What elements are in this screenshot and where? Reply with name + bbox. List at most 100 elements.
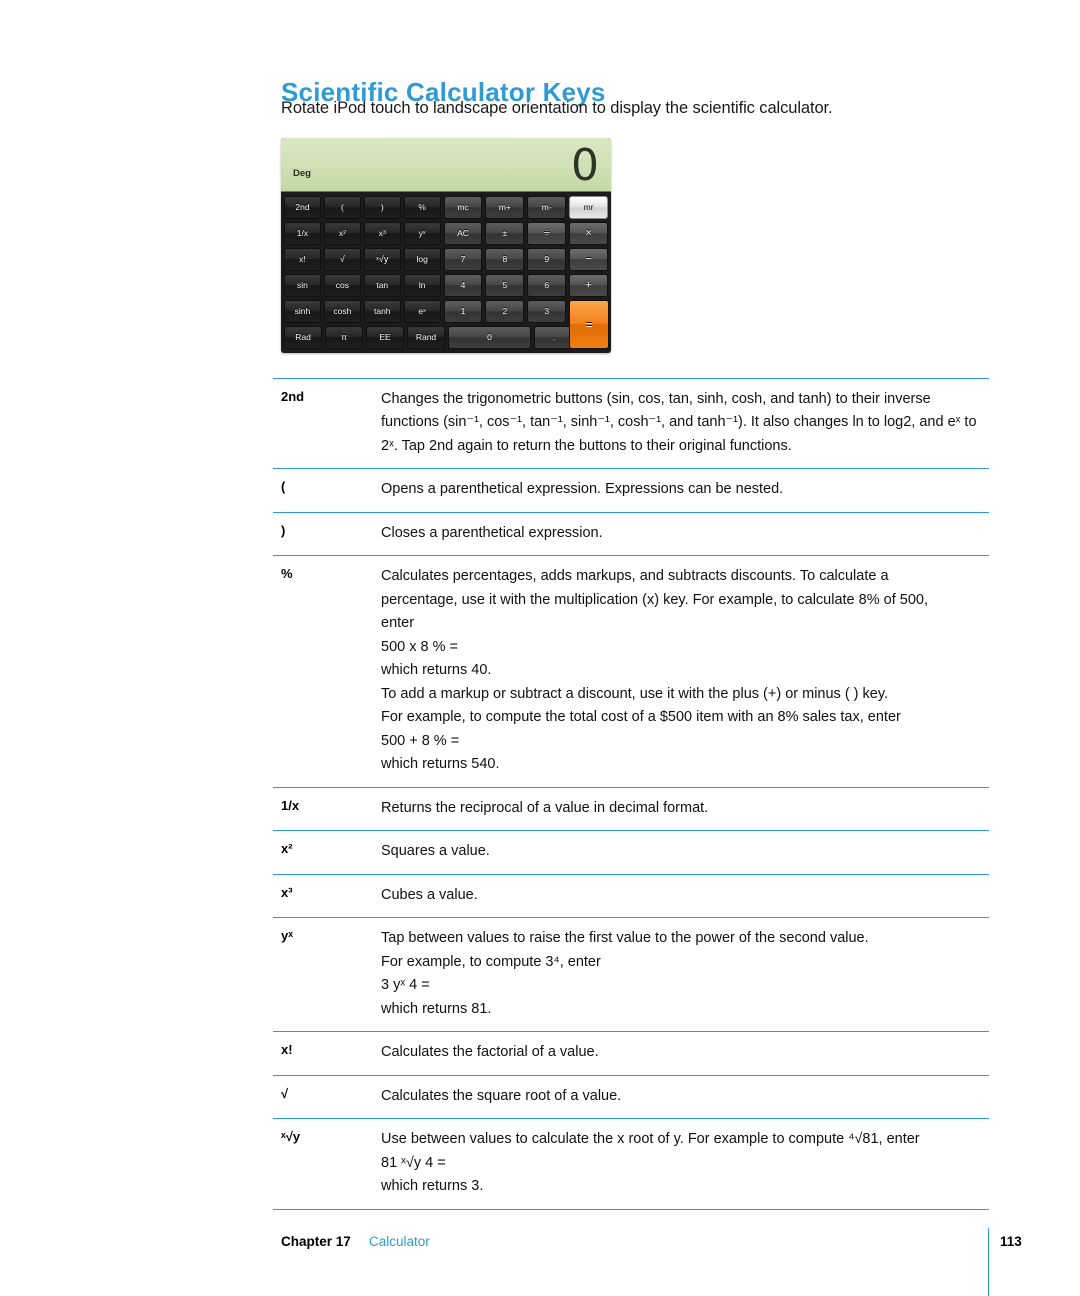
calc-key-5: 5: [485, 274, 525, 297]
calc-key-reciprocal: 1/x: [284, 222, 321, 245]
footer-chapter: Chapter 17: [281, 1234, 351, 1249]
calc-key-x-squared: x2: [323, 222, 361, 245]
desc-line: 3 yˣ 4 =: [381, 977, 430, 994]
calc-key-divide: ÷: [527, 222, 567, 245]
desc-line: Cubes a value.: [381, 886, 478, 903]
calc-key-ac: AC: [443, 222, 483, 245]
desc-line: functions (sin⁻¹, cos⁻¹, tan⁻¹, sinh⁻¹, …: [381, 414, 977, 431]
table-row: 1/x Returns the reciprocal of a value in…: [273, 786, 989, 830]
calc-key-ee: EE: [366, 326, 404, 349]
desc-line: Squares a value.: [381, 843, 490, 860]
calc-key-4: 4: [443, 274, 483, 297]
desc-line: Calculates the square root of a value.: [381, 1087, 622, 1104]
calc-key-8: 8: [485, 248, 525, 271]
calculator-keypad: 2nd ( ) % mc m+ m- mr 1/x x2 x3 yx AC ± …: [281, 192, 611, 353]
table-row: ) Closes a parenthetical expression.: [273, 511, 989, 555]
key-name: ): [281, 522, 286, 538]
key-description: Closes a parenthetical expression.: [381, 522, 989, 545]
table-row: √ Calculates the square root of a value.: [273, 1074, 989, 1118]
calc-key-x-root-y: x √y: [363, 248, 401, 271]
table-row: % Calculates percentages, adds markups, …: [273, 555, 989, 786]
desc-line: To add a markup or subtract a discount, …: [381, 685, 889, 702]
calc-key-plus: +: [569, 274, 608, 297]
table-row: x² Squares a value.: [273, 830, 989, 873]
key-name: ˣ√y: [281, 1129, 301, 1145]
desc-line: Closes a parenthetical expression.: [381, 524, 603, 541]
calc-key-ln: ln: [403, 274, 441, 297]
calc-key-y-to-x: yx: [403, 222, 441, 245]
calc-key-equals-cell: =: [569, 300, 610, 349]
table-row: ˣ√y Use between values to calculate the …: [273, 1118, 989, 1210]
calc-key-2: 2: [485, 300, 525, 323]
calculator-mode-label: Deg: [293, 168, 311, 179]
desc-line: which returns 40.: [381, 662, 492, 679]
calc-key-minus: −: [569, 248, 608, 271]
calc-key-sinh: sinh: [284, 300, 321, 323]
key-name: x!: [281, 1042, 293, 1058]
calc-key-x-cubed: x3: [363, 222, 401, 245]
calc-key-cos: cos: [323, 274, 361, 297]
calc-key-mr: mr: [569, 196, 608, 219]
calc-key-tanh: tanh: [363, 300, 401, 323]
desc-line: For example, to compute 3⁴, enter: [381, 953, 601, 970]
table-row: 2nd Changes the trigonometric buttons (s…: [273, 378, 989, 468]
desc-line: Opens a parenthetical expression. Expres…: [381, 481, 784, 498]
desc-line: Calculates percentages, adds markups, an…: [381, 568, 889, 585]
keypad-row: sin cos tan ln 4 5 6 +: [284, 274, 608, 297]
key-name: 2nd: [281, 389, 305, 404]
key-description: Use between values to calculate the x ro…: [381, 1128, 989, 1198]
calc-key-multiply: ×: [569, 222, 608, 245]
keypad-row: sinh cosh tanh ex 1 2 3 =: [284, 300, 610, 349]
desc-line: which returns 3.: [381, 1178, 484, 1195]
calc-key-3: 3: [527, 300, 567, 323]
key-description: Calculates the factorial of a value.: [381, 1041, 989, 1064]
desc-line: Use between values to calculate the x ro…: [381, 1131, 920, 1148]
desc-line: which returns 540.: [381, 756, 500, 773]
calc-key-sin: sin: [284, 274, 321, 297]
document-page: Scientific Calculator Keys Rotate iPod t…: [0, 0, 1080, 1296]
key-reference-table: 2nd Changes the trigonometric buttons (s…: [273, 378, 989, 1210]
calc-key-0: 0: [448, 326, 531, 349]
desc-line: percentage, use it with the multiplicati…: [381, 591, 928, 608]
calc-key-equals: =: [569, 300, 610, 349]
key-name: (: [281, 479, 286, 495]
keypad-row: Rad π EE Rand 0 .: [284, 326, 608, 349]
calc-key-rand: Rand: [407, 326, 445, 349]
desc-line: Tap between values to raise the first va…: [381, 930, 869, 947]
calc-key-7: 7: [443, 248, 483, 271]
calc-key-plus-minus: ±: [485, 222, 525, 245]
desc-line: Changes the trigonometric buttons (sin, …: [381, 391, 931, 407]
calc-key-pi: π: [325, 326, 363, 349]
calc-key-tan: tan: [363, 274, 401, 297]
footer-section: Calculator: [369, 1234, 430, 1249]
keypad-row: 1/x x2 x3 yx AC ± ÷ ×: [284, 222, 608, 245]
desc-line: Calculates the factorial of a value.: [381, 1044, 599, 1061]
desc-line: Returns the reciprocal of a value in dec…: [381, 799, 709, 816]
footer-page-number: 113: [1000, 1234, 1022, 1249]
key-description: Returns the reciprocal of a value in dec…: [381, 797, 989, 820]
table-row: ( Opens a parenthetical expression. Expr…: [273, 468, 989, 511]
key-description: Changes the trigonometric buttons (sin, …: [381, 388, 989, 458]
intro-paragraph: Rotate iPod touch to landscape orientati…: [281, 99, 833, 117]
calc-key-cosh: cosh: [323, 300, 361, 323]
calc-key-m-plus: m+: [485, 196, 525, 219]
desc-line: For example, to compute the total cost o…: [381, 709, 901, 726]
calc-key-m-minus: m-: [527, 196, 567, 219]
calc-key-1: 1: [443, 300, 483, 323]
key-name: yˣ: [281, 928, 293, 944]
table-row: x! Calculates the factorial of a value.: [273, 1031, 989, 1074]
calculator-display-value: 0: [571, 140, 599, 191]
calc-key-2nd: 2nd: [284, 196, 321, 219]
calc-key-decimal-point: .: [534, 326, 574, 349]
key-name: %: [281, 566, 293, 582]
calculator-display: Deg 0: [281, 138, 611, 192]
key-description: Cubes a value.: [381, 884, 989, 907]
key-description: Tap between values to raise the first va…: [381, 927, 989, 1021]
desc-line: enter: [381, 615, 415, 632]
desc-line: which returns 81.: [381, 1000, 492, 1017]
footer-divider: [988, 1228, 989, 1296]
calc-key-rad: Rad: [284, 326, 322, 349]
desc-line: 500 x 8 % =: [381, 638, 458, 655]
calc-key-close-paren: ): [363, 196, 401, 219]
desc-line: 81 ˣ√y 4 =: [381, 1154, 446, 1171]
